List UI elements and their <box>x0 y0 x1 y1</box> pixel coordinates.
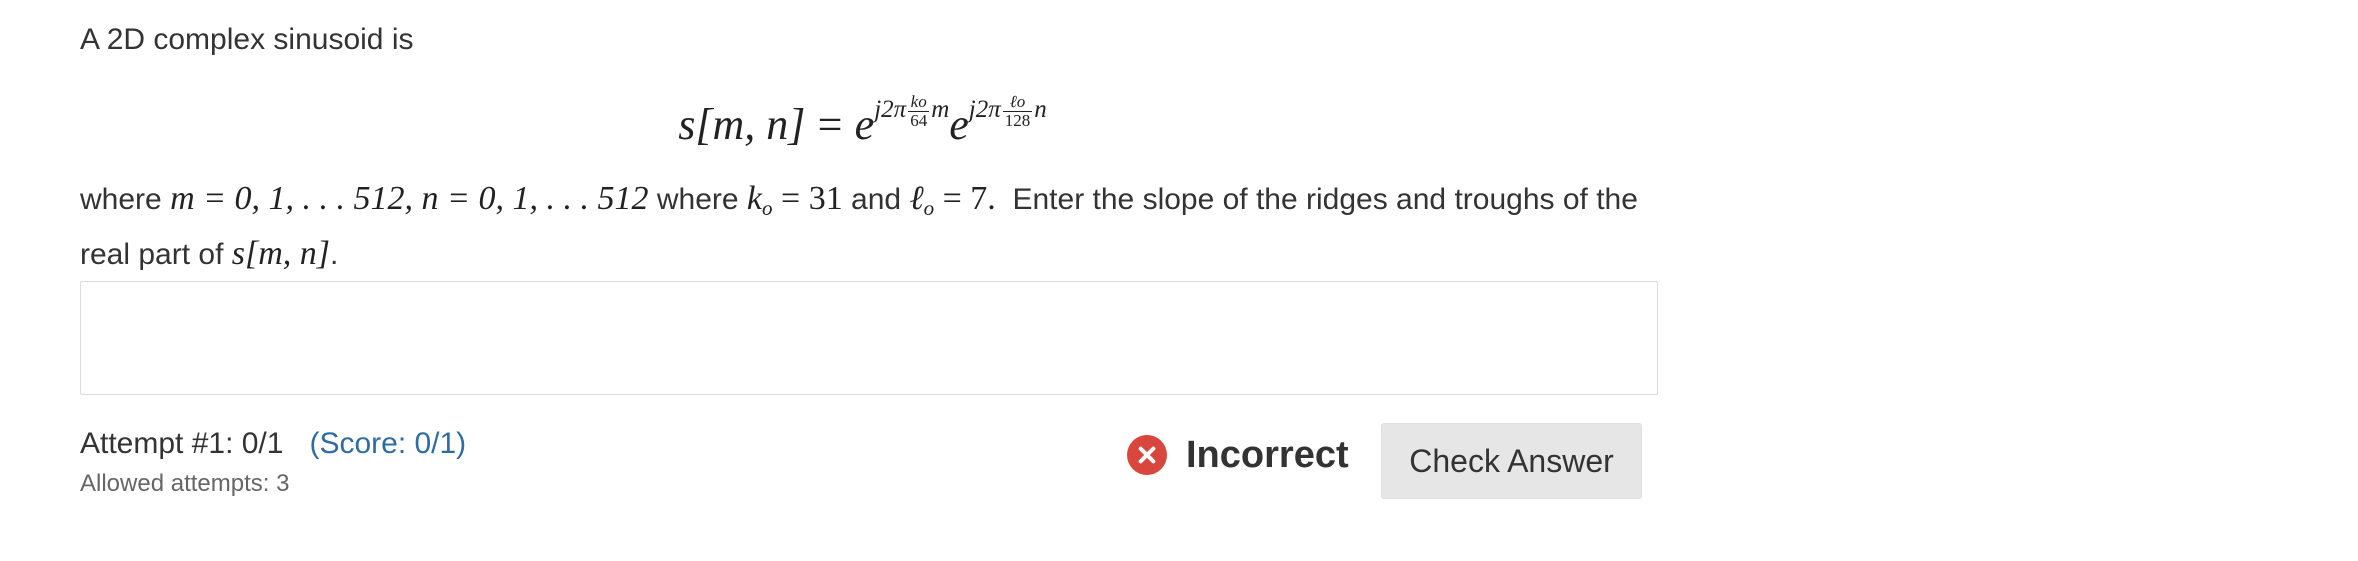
index-ranges: m = 0, 1, . . . 512, n = 0, 1, . . . 512 <box>170 180 649 217</box>
k-value: = 31 <box>772 180 843 217</box>
score-label: (Score: 0/1) <box>309 427 467 460</box>
l-subscript: o <box>923 196 935 220</box>
k-symbol: ko <box>746 180 773 220</box>
where-text-2: where <box>656 183 739 216</box>
and-text: and <box>851 183 902 216</box>
equation-base-1: e <box>854 100 875 149</box>
l-value: = 7. <box>934 180 996 217</box>
k-letter: k <box>746 180 763 217</box>
equation-base-2: e <box>949 100 969 149</box>
exponent-1-prefix: j2π <box>874 96 907 123</box>
equation-equals: = <box>817 100 843 149</box>
status-text: Incorrect <box>1186 433 1349 476</box>
fraction-2-numerator: ℓo <box>1009 91 1026 111</box>
exponent-2: j2π ℓo 128 n <box>968 91 1047 130</box>
equation-lhs: s[m, n] <box>678 100 806 149</box>
sentence-end: . <box>330 238 339 271</box>
attempt-info: Attempt #1: 0/1 (Score: 0/1) <box>80 426 466 462</box>
fraction-2-denominator: 128 <box>1002 110 1033 130</box>
allowed-attempts: Allowed attempts: 3 <box>80 470 290 497</box>
exponent-2-prefix: j2π <box>968 96 1001 123</box>
exponent-2-var: n <box>1034 96 1047 123</box>
l-symbol: ℓo <box>909 180 935 220</box>
fraction-1-denominator: 64 <box>908 110 930 130</box>
answer-input[interactable] <box>80 281 1658 395</box>
sinusoid-equation: s[m, n] = ej2π ko 64 mej2π ℓo 128 n <box>0 80 1725 170</box>
fraction-1-numerator: ko <box>910 91 927 111</box>
exponent-1-var: m <box>931 96 950 123</box>
l-letter: ℓ <box>909 180 924 217</box>
x-circle-icon <box>1127 435 1167 475</box>
check-answer-button[interactable]: Check Answer <box>1381 423 1642 499</box>
question-paragraph: where m = 0, 1, . . . 512, n = 0, 1, . .… <box>80 176 1660 277</box>
k-subscript: o <box>762 196 773 220</box>
fraction-l-over-128: ℓo 128 <box>1002 91 1033 130</box>
result-status: Incorrect <box>1127 433 1349 477</box>
exponent-1: j2π ko 64 m <box>874 91 950 130</box>
fraction-k-over-64: ko 64 <box>908 91 930 130</box>
signal-expression: s[m, n] <box>231 235 331 272</box>
question-intro: A 2D complex sinusoid is <box>80 23 414 56</box>
attempt-label: Attempt #1: 0/1 <box>80 427 284 460</box>
where-text-1: where <box>80 183 162 216</box>
